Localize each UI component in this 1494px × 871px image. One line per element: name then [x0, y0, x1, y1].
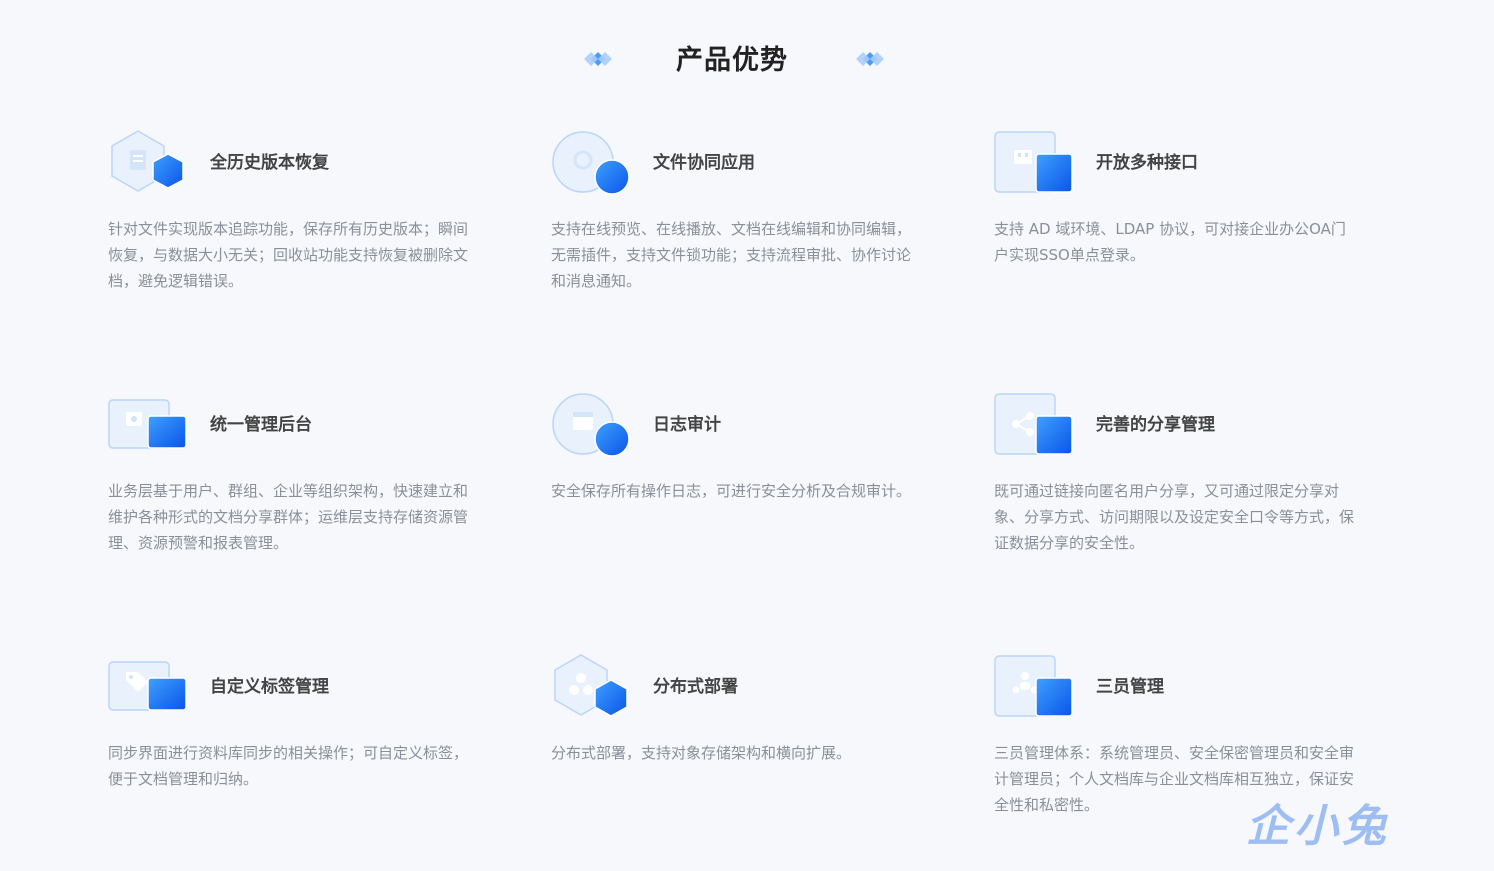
card-title: 文件协同应用: [653, 153, 755, 173]
users-icon: [994, 655, 1073, 717]
card-description: 同步界面进行资料库同步的相关操作；可自定义标签，便于文档管理和归纳。: [108, 744, 469, 788]
card-title: 日志审计: [653, 415, 721, 435]
page-title: 产品优势: [676, 45, 788, 76]
feature-card-admin-console: 统一管理后台 业务层基于用户、群组、企业等组织架构，快速建立和维护各种形式的文档…: [108, 392, 480, 592]
share-icon: [994, 393, 1073, 455]
card-description: 安全保存所有操作日志，可进行安全分析及合规审计。: [551, 482, 912, 500]
card-title: 开放多种接口: [1096, 153, 1198, 173]
diamond-deco-icon: [856, 52, 884, 66]
tag-icon: [108, 661, 187, 711]
card-title: 完善的分享管理: [1096, 415, 1215, 435]
circle-log-icon: [552, 393, 630, 457]
card-description: 分布式部署，支持对象存储架构和横向扩展。: [551, 744, 852, 762]
card-description: 针对文件实现版本追踪功能，保存所有历史版本；瞬间恢复，与数据大小无关；回收站功能…: [108, 220, 469, 290]
card-title: 自定义标签管理: [210, 677, 329, 697]
watermark-logo: 企小兔: [1246, 801, 1390, 852]
card-description: 业务层基于用户、群组、企业等组织架构，快速建立和维护各种形式的文档分享群体；运维…: [108, 482, 469, 552]
card-description: 支持 AD 域环境、LDAP 协议，可对接企业办公OA门户实现SSO单点登录。: [994, 220, 1346, 264]
card-title: 统一管理后台: [210, 415, 312, 435]
feature-card-collaboration: 文件协同应用 支持在线预览、在线播放、文档在线编辑和协同编辑，无需插件，支持文件…: [551, 130, 923, 330]
feature-card-open-api: 开放多种接口 支持 AD 域环境、LDAP 协议，可对接企业办公OA门户实现SS…: [994, 130, 1366, 330]
feature-card-tag-management: 自定义标签管理 同步界面进行资料库同步的相关操作；可自定义标签，便于文档管理和归…: [108, 654, 480, 854]
card-description: 既可通过链接向匿名用户分享，又可通过限定分享对象、分享方式、访问期限以及设定安全…: [994, 482, 1355, 552]
feature-card-log-audit: 日志审计 安全保存所有操作日志，可进行安全分析及合规审计。: [551, 392, 923, 592]
feature-card-share-management: 完善的分享管理 既可通过链接向匿名用户分享，又可通过限定分享对象、分享方式、访问…: [994, 392, 1366, 592]
hexagon-nodes-icon: [554, 654, 628, 717]
hexagon-document-icon: [111, 130, 184, 192]
card-title: 分布式部署: [653, 677, 738, 697]
diamond-deco-icon: [584, 52, 612, 66]
card-title: 全历史版本恢复: [210, 153, 329, 173]
card-title: 三员管理: [1096, 677, 1164, 697]
feature-card-version-restore: 全历史版本恢复 针对文件实现版本追踪功能，保存所有历史版本；瞬间恢复，与数据大小…: [108, 130, 480, 330]
card-description: 支持在线预览、在线播放、文档在线编辑和协同编辑，无需插件，支持文件锁功能；支持流…: [551, 220, 912, 290]
section-header: 产品优势: [0, 36, 1494, 80]
admin-console-icon: [108, 399, 187, 449]
interface-plug-icon: [994, 131, 1073, 193]
feature-card-distributed-deploy: 分布式部署 分布式部署，支持对象存储架构和横向扩展。: [551, 654, 923, 854]
circle-collaboration-icon: [552, 131, 630, 195]
